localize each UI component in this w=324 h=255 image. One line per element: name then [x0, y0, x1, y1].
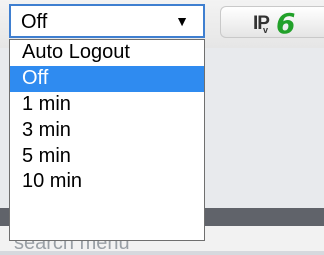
dropdown-option-off[interactable]: Off — [10, 65, 204, 92]
select-value: Off — [21, 11, 48, 33]
dropdown-option-auto-logout[interactable]: Auto Logout — [10, 40, 204, 66]
auto-logout-dropdown: Auto Logout Off 1 min 3 min 5 min 10 min — [9, 39, 205, 241]
ipv6-sub: v — [263, 25, 269, 35]
dropdown-option-10-min[interactable]: 10 min — [10, 169, 204, 195]
dropdown-option-5-min[interactable]: 5 min — [10, 144, 204, 170]
ipv6-number: 6 — [276, 7, 296, 40]
dropdown-option-1-min[interactable]: 1 min — [10, 92, 204, 118]
dropdown-arrow-icon: ▼ — [175, 13, 189, 29]
dropdown-option-3-min[interactable]: 3 min — [10, 118, 204, 144]
auto-logout-select[interactable]: Off ▼ — [9, 4, 205, 38]
ipv6-button[interactable]: IP v 6 — [220, 6, 324, 40]
